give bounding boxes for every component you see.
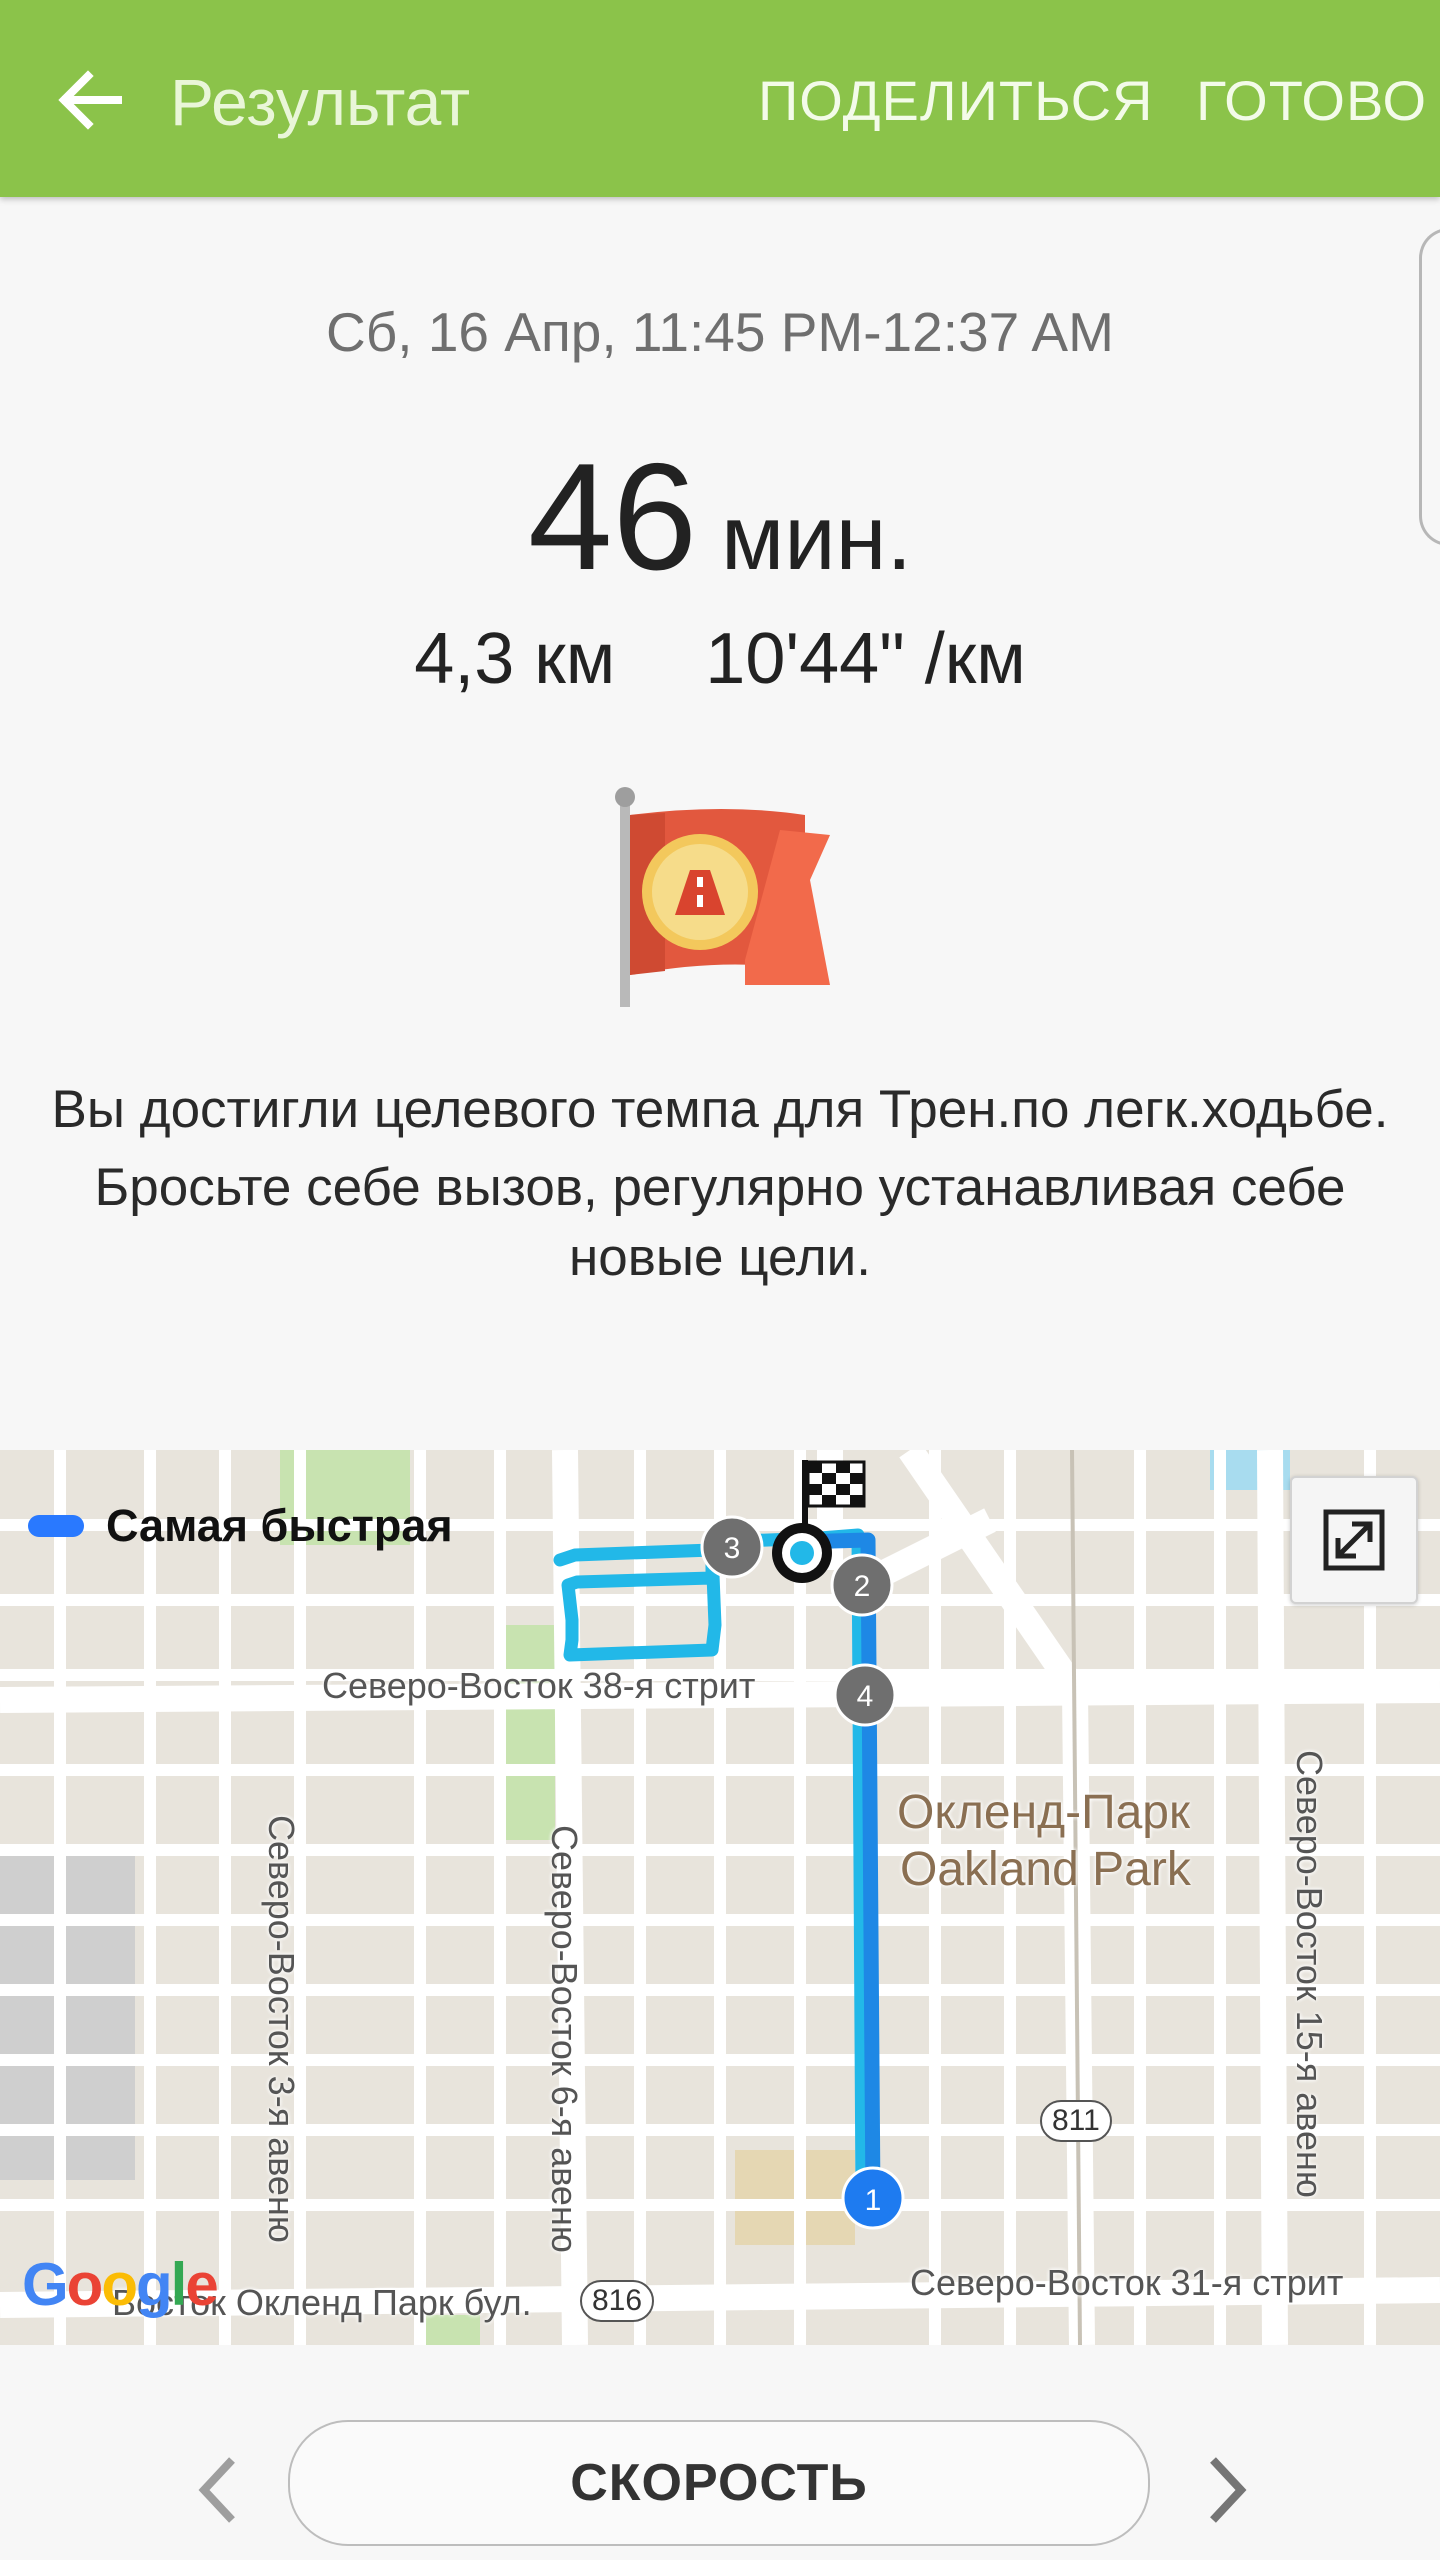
metric-selector-button[interactable]: СКОРОСТЬ (288, 2420, 1150, 2546)
place-label-ru: Окленд-Парк (897, 1786, 1190, 1839)
duration-value: 46 (527, 432, 698, 602)
legend-label: Самая быстрая (106, 1500, 453, 1551)
map-canvas[interactable]: 1 4 2 3 (0, 1450, 1440, 2345)
done-button[interactable]: ГОТОВО (1196, 66, 1427, 136)
map-legend: Самая быстрая (28, 1500, 453, 1552)
place-label-en: Oakland Park (900, 1843, 1191, 1896)
achievement-line-1: Вы достигли целевого темпа для Трен.по л… (51, 1080, 1389, 1139)
next-metric-icon[interactable] (1195, 2450, 1255, 2530)
workout-duration: 46 мин. (0, 430, 1440, 605)
route-marker-2-label: 2 (854, 1570, 871, 1603)
google-logo-letter: e (185, 2251, 218, 2318)
expand-map-button[interactable] (1290, 1476, 1418, 1604)
street-label-ne3: Северо-Восток 3-я авеню (261, 1815, 302, 2243)
route-marker-4-label: 4 (857, 1680, 874, 1713)
workout-date: Сб, 16 Апр, 11:45 PM-12:37 AM (326, 301, 1114, 363)
back-arrow-icon[interactable] (48, 58, 132, 142)
duration-unit: мин. (721, 487, 913, 589)
google-logo-letter: G (22, 2251, 69, 2318)
app-bar: Результат ПОДЕЛИТЬСЯ ГОТОВО (0, 0, 1440, 197)
google-logo: Google (22, 2250, 219, 2319)
route-shield-816: 816 (580, 2280, 655, 2322)
route-marker-3-label: 3 (724, 1532, 741, 1565)
street-label-ne6: Северо-Восток 6-я авеню (544, 1825, 585, 2253)
target-flag-icon (615, 787, 830, 1007)
google-logo-letter: g (135, 2251, 173, 2318)
workout-stats: 4,3 км 10'44" /км (0, 618, 1440, 700)
route-shield-811: 811 (1040, 2100, 1112, 2142)
distance-value: 4,3 км (414, 619, 616, 699)
route-marker-1-label: 1 (865, 2184, 882, 2217)
page-title: Результат (170, 65, 471, 139)
google-logo-letter: l (170, 2251, 188, 2318)
street-label-ne38: Северо-Восток 38-я стрит (322, 1665, 756, 1706)
route-map[interactable]: 1 4 2 3 Самая быстрая Северо-Восток 38-я… (0, 1450, 1440, 2345)
google-logo-letter: o (101, 2251, 138, 2318)
google-logo-letter: o (66, 2251, 104, 2318)
share-button[interactable]: ПОДЕЛИТЬСЯ (758, 66, 1153, 136)
previous-metric-icon[interactable] (190, 2450, 250, 2530)
achievement-message: Вы достигли целевого темпа для Трен.по л… (40, 1075, 1400, 1293)
street-label-ne31: Северо-Восток 31-я стрит (910, 2262, 1344, 2303)
achievement-line-2: Бросьте себе вызов, регулярно устанавлив… (94, 1158, 1346, 1287)
pace-value: 10'44" /км (705, 619, 1026, 699)
legend-swatch (28, 1515, 84, 1537)
expand-icon (1323, 1509, 1385, 1571)
street-label-ne15: Северо-Восток 15-я авеню (1289, 1750, 1330, 2198)
